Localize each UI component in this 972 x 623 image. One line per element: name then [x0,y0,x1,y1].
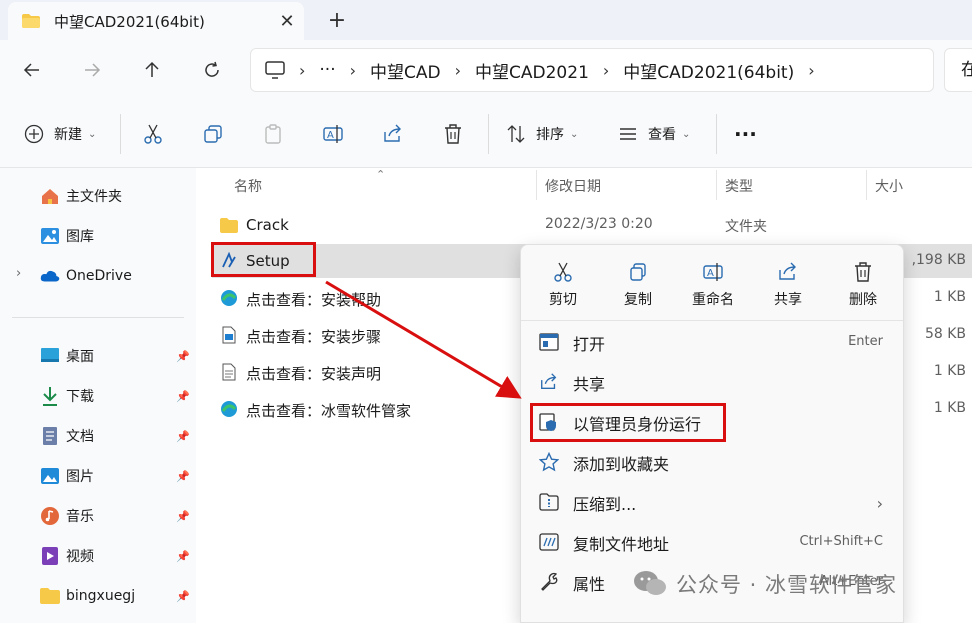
annotation-arrow [325,280,522,399]
watermark-text: 公众号 · 冰雪软件管家 [676,573,898,597]
wechat-icon [634,571,666,595]
watermark: 公众号 · 冰雪软件管家 [632,566,952,602]
